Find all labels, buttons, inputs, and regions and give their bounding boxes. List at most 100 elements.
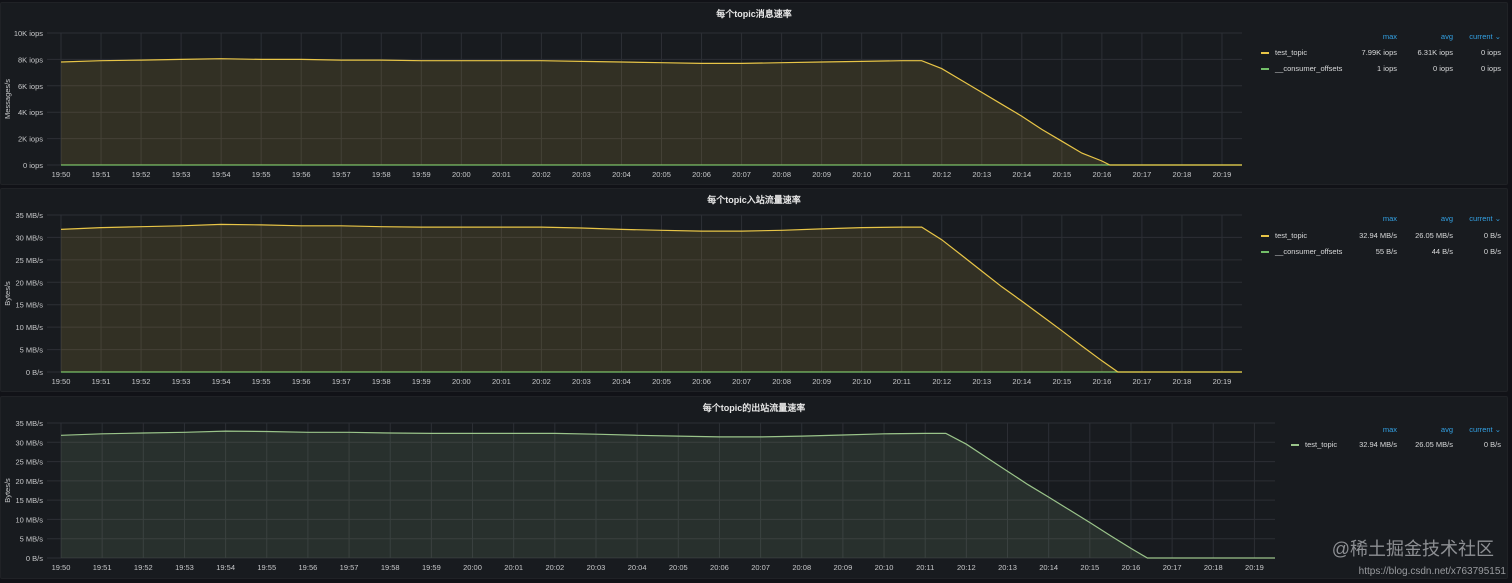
x-tick-label: 19:51: [92, 170, 111, 179]
y-tick-label: 2K iops: [18, 135, 43, 144]
x-tick-label: 19:59: [412, 170, 431, 179]
legend-col-max[interactable]: max: [1383, 425, 1397, 434]
legend-col-max[interactable]: max: [1383, 214, 1397, 223]
legend-col-current[interactable]: current ⌄: [1469, 425, 1501, 434]
legend-stat-current: 0 iops: [1480, 64, 1501, 73]
legend-col-current[interactable]: current ⌄: [1469, 32, 1501, 41]
x-tick-label: 20:08: [772, 377, 791, 386]
x-tick-label: 20:09: [834, 563, 853, 572]
y-tick-label: 35 MB/s: [15, 211, 43, 220]
panel-message-rate: 每个topic消息速率 0 iops 2K iops 4K iops 6K iops 8K…: [0, 2, 1508, 185]
x-tick-label: 20:16: [1092, 170, 1111, 179]
x-tick-label: 20:19: [1213, 377, 1232, 386]
x-tick-label: 19:58: [381, 563, 400, 572]
x-tick-label: 20:05: [652, 170, 671, 179]
x-tick-label: 19:55: [252, 170, 271, 179]
panel-inbound-rate: 每个topic入站流量速率 0 B/s 5 MB/s 10 MB/s 15 MB/s 20…: [0, 188, 1508, 392]
x-tick-label: 20:04: [628, 563, 647, 572]
watermark: @稀土掘金技术社区: [1331, 539, 1494, 559]
x-tick-label: 20:13: [972, 170, 991, 179]
legend-col-avg[interactable]: avg: [1441, 425, 1453, 434]
x-tick-label: 19:59: [422, 563, 441, 572]
x-tick-label: 20:08: [792, 563, 811, 572]
x-tick-label: 20:02: [532, 377, 551, 386]
x-tick-label: 19:52: [132, 170, 151, 179]
legend-swatch: [1291, 444, 1299, 446]
y-tick-label: 25 MB/s: [15, 458, 43, 467]
x-tick-label: 19:57: [332, 377, 351, 386]
y-tick-label: 5 MB/s: [20, 535, 44, 544]
legend-series-name[interactable]: test_topic: [1305, 440, 1337, 449]
x-tick-label: 20:07: [751, 563, 770, 572]
x-tick-label: 20:02: [532, 170, 551, 179]
x-tick-label: 20:14: [1039, 563, 1058, 572]
x-tick-label: 20:03: [572, 170, 591, 179]
legend-stat-max: 7.99K iops: [1361, 48, 1397, 57]
legend-stat-max: 55 B/s: [1375, 247, 1397, 256]
x-tick-label: 20:06: [692, 377, 711, 386]
x-tick-label: 20:12: [932, 170, 951, 179]
legend-series-name[interactable]: __consumer_offsets: [1275, 247, 1342, 256]
x-tick-label: 20:12: [957, 563, 976, 572]
legend-col-max[interactable]: max: [1383, 32, 1397, 41]
x-tick-label: 20:17: [1133, 170, 1152, 179]
legend-stat-max: 32.94 MB/s: [1359, 231, 1397, 240]
x-tick-label: 20:04: [612, 170, 631, 179]
x-tick-label: 20:00: [463, 563, 482, 572]
y-tick-label: 30 MB/s: [15, 438, 43, 447]
x-tick-label: 19:54: [216, 563, 235, 572]
x-tick-label: 19:54: [212, 377, 231, 386]
x-tick-label: 20:14: [1012, 170, 1031, 179]
watermark-url: https://blog.csdn.net/x763795151: [1358, 566, 1506, 577]
x-tick-label: 20:00: [452, 170, 471, 179]
x-tick-label: 19:50: [52, 563, 71, 572]
x-tick-label: 20:16: [1122, 563, 1141, 572]
x-tick-label: 20:03: [587, 563, 606, 572]
legend-stat-current: 0 B/s: [1483, 231, 1501, 240]
y-tick-label: 5 MB/s: [20, 346, 44, 355]
x-tick-label: 19:59: [412, 377, 431, 386]
y-axis-label: Messages/s: [3, 79, 12, 119]
y-axis-label: Bytes/s: [3, 478, 12, 503]
x-tick-label: 19:57: [340, 563, 359, 572]
x-tick-label: 20:03: [572, 377, 591, 386]
legend-series-name[interactable]: __consumer_offsets: [1275, 64, 1342, 73]
legend-item-test-topic[interactable]: test_topic 7.99K iops 6.31K iops 0 iops: [1261, 47, 1501, 59]
x-tick-label: 19:56: [292, 377, 311, 386]
x-tick-label: 20:10: [852, 377, 871, 386]
x-tick-label: 20:08: [772, 170, 791, 179]
x-tick-label: 20:01: [492, 170, 511, 179]
x-tick-label: 20:10: [852, 170, 871, 179]
x-tick-label: 19:57: [332, 170, 351, 179]
x-tick-label: 20:13: [998, 563, 1017, 572]
legend-item-test-topic[interactable]: test_topic 32.94 MB/s 26.05 MB/s 0 B/s: [1291, 439, 1501, 451]
x-tick-label: 20:19: [1213, 170, 1232, 179]
x-tick-label: 19:50: [52, 377, 71, 386]
x-tick-label: 19:51: [92, 377, 111, 386]
x-tick-label: 20:11: [893, 377, 911, 386]
x-tick-label: 20:09: [812, 170, 831, 179]
x-tick-label: 20:17: [1163, 563, 1182, 572]
x-tick-label: 20:15: [1052, 170, 1071, 179]
legend-header: max avg current ⌄: [1291, 425, 1501, 435]
legend-series-name[interactable]: test_topic: [1275, 231, 1307, 240]
legend-swatch: [1261, 52, 1269, 54]
legend-col-avg[interactable]: avg: [1441, 32, 1453, 41]
x-tick-label: 20:01: [492, 377, 511, 386]
legend-item---consumer-offsets[interactable]: __consumer_offsets 55 B/s 44 B/s 0 B/s: [1261, 246, 1501, 258]
x-tick-label: 20:10: [875, 563, 894, 572]
x-tick-label: 19:55: [257, 563, 276, 572]
x-tick-label: 20:06: [692, 170, 711, 179]
x-tick-label: 20:17: [1133, 377, 1152, 386]
legend-item---consumer-offsets[interactable]: __consumer_offsets 1 iops 0 iops 0 iops: [1261, 63, 1501, 75]
legend-col-avg[interactable]: avg: [1441, 214, 1453, 223]
y-tick-label: 10 MB/s: [15, 323, 43, 332]
legend-stat-current: 0 B/s: [1483, 247, 1501, 256]
x-tick-label: 20:09: [812, 377, 831, 386]
legend-item-test-topic[interactable]: test_topic 32.94 MB/s 26.05 MB/s 0 B/s: [1261, 230, 1501, 242]
legend-stat-avg: 6.31K iops: [1417, 48, 1453, 57]
legend-col-current[interactable]: current ⌄: [1469, 214, 1501, 223]
legend-series-name[interactable]: test_topic: [1275, 48, 1307, 57]
x-tick-label: 20:19: [1245, 563, 1264, 572]
x-tick-label: 20:13: [972, 377, 991, 386]
